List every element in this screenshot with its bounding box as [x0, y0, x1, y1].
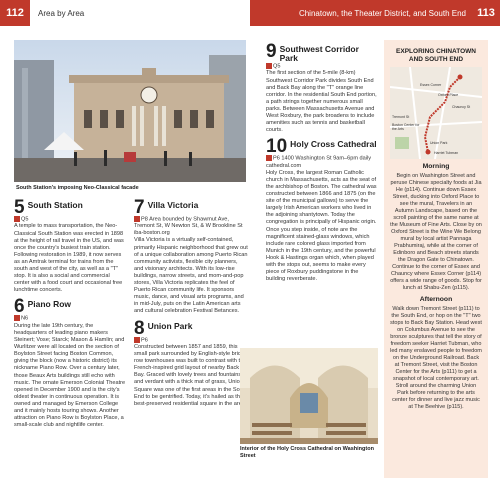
entry-title: Southwest Corridor Park — [279, 44, 359, 63]
map-label: Chauncy St — [452, 105, 471, 109]
entry-title: South Station — [27, 200, 83, 210]
entry-body-southwest-corridor: The first section of the 5-mile (8-km) S… — [266, 70, 377, 134]
header-left: 112 Area by Area — [0, 0, 250, 26]
cathedral-interior-illustration — [240, 348, 378, 444]
end-marker — [425, 149, 431, 155]
entry-number: 9 — [266, 41, 277, 62]
entry-header-piano-row: 6 Piano Row — [14, 296, 126, 318]
map-ref-text: P6 — [141, 337, 148, 343]
entry-header-southwest-corridor: 9 Southwest Corridor Park — [266, 41, 378, 63]
entry-title: Holy Cross Cathedral — [290, 139, 377, 150]
map-ref-icon — [266, 155, 272, 162]
map-ref-text: N6 — [21, 315, 29, 322]
start-marker — [457, 74, 463, 80]
column-3: 9 Southwest Corridor Park Q5 The first s… — [266, 41, 378, 283]
itinerary-sidebar: EXPLORING CHINATOWN AND SOUTH END Essex … — [384, 40, 488, 478]
page-number-right: 113 — [477, 7, 495, 19]
page-header: 112 Area by Area Chinatown, the Theater … — [0, 0, 500, 26]
afternoon-heading: Afternoon — [419, 296, 453, 303]
entry-number: 8 — [134, 317, 145, 339]
map-ref-icon — [14, 315, 20, 322]
entry-number: 5 — [14, 197, 25, 218]
map-label: Union Park — [430, 141, 448, 145]
header-right: Chinatown, the Theater District, and Sou… — [250, 0, 500, 26]
entry-meta: N6 — [14, 315, 126, 322]
holy-cross-interior-photo — [240, 348, 378, 444]
entry-body-piano-row: During the late 19th century, the headqu… — [14, 322, 126, 429]
page-number-left: 112 — [0, 0, 30, 26]
south-station-illustration — [14, 40, 246, 182]
sidebar-title: EXPLORING CHINATOWN AND SOUTH END — [396, 48, 476, 63]
morning-heading: Morning — [422, 163, 450, 170]
entry-meta: Q5 — [266, 63, 378, 70]
map-ref-icon — [134, 216, 140, 222]
map-label: Essex Corner — [420, 83, 442, 87]
entry-meta: P6 1400 Washington St 9am–6pm daily cath… — [266, 155, 378, 169]
entry-number: 10 — [266, 136, 288, 158]
entry-title: Piano Row — [27, 299, 72, 310]
header-title-right: Chinatown, the Theater District, and Sou… — [298, 8, 466, 18]
morning-text: Begin on Washington Street and peruse Ch… — [390, 173, 482, 291]
map-ref-icon — [14, 216, 20, 222]
entry-meta: Q5 — [14, 216, 126, 223]
entry-body-holy-cross: Holy Cross, the largest Roman Catholic c… — [266, 169, 377, 283]
header-title-left: Area by Area — [38, 8, 85, 18]
address-text: P8 Area bounded by Shawmut Ave, Tremont … — [134, 216, 243, 237]
entry-header-holy-cross: 10 Holy Cross Cathedral — [266, 136, 378, 158]
south-station-photo — [14, 40, 246, 182]
map-label: Boston Center for the Arts — [392, 123, 420, 131]
entry-meta: P8 Area bounded by Shawmut Ave, Tremont … — [134, 216, 248, 237]
itinerary-box: EXPLORING CHINATOWN AND SOUTH END Essex … — [389, 48, 483, 411]
entry-meta: P6 — [134, 336, 248, 344]
entry-header-villa-victoria: 7 Villa Victoria — [134, 197, 248, 218]
entry-body-union-park: Constructed between 1857 and 1859, this … — [134, 344, 248, 407]
map-label: Harriet Tubman — [434, 151, 459, 155]
entry-number: 7 — [134, 197, 145, 218]
entry-body-villa-victoria: Villa Victoria is a virtually self-conta… — [134, 237, 248, 315]
route-map — [389, 66, 483, 160]
address-hours-website: P6 1400 Washington St 9am–6pm daily cath… — [266, 155, 372, 169]
map-ref-icon — [266, 63, 272, 69]
itinerary-map: Essex Corner Oxford Place Chauncy St Tre… — [389, 66, 483, 160]
entry-header-south-station: 5 South Station — [14, 197, 126, 218]
column-1: 5 South Station Q5 A temple to mass tran… — [14, 197, 126, 429]
map-ref-text: Q5 — [21, 216, 29, 223]
photo-caption-holy-cross: Interior of the Holy Cross Cathedral on … — [240, 446, 374, 459]
afternoon-text: Walk down Tremont Street (p111) to the S… — [390, 306, 482, 410]
photo-caption-south-station: South Station's imposing Neo-Classical f… — [16, 185, 139, 191]
entry-body-south-station: A temple to mass transportation, the Neo… — [14, 223, 124, 294]
column-2: 7 Villa Victoria P8 Area bounded by Shaw… — [134, 197, 248, 408]
map-label: Tremont St — [392, 115, 410, 119]
map-ref-icon — [134, 336, 140, 343]
map-label: Oxford Place — [438, 93, 459, 97]
entry-title: Villa Victoria — [147, 200, 199, 210]
entry-number: 6 — [14, 296, 25, 318]
entry-title: Union Park — [147, 320, 193, 331]
map-ref-text: Q5 — [273, 63, 281, 70]
entry-header-union-park: 8 Union Park — [134, 317, 248, 339]
